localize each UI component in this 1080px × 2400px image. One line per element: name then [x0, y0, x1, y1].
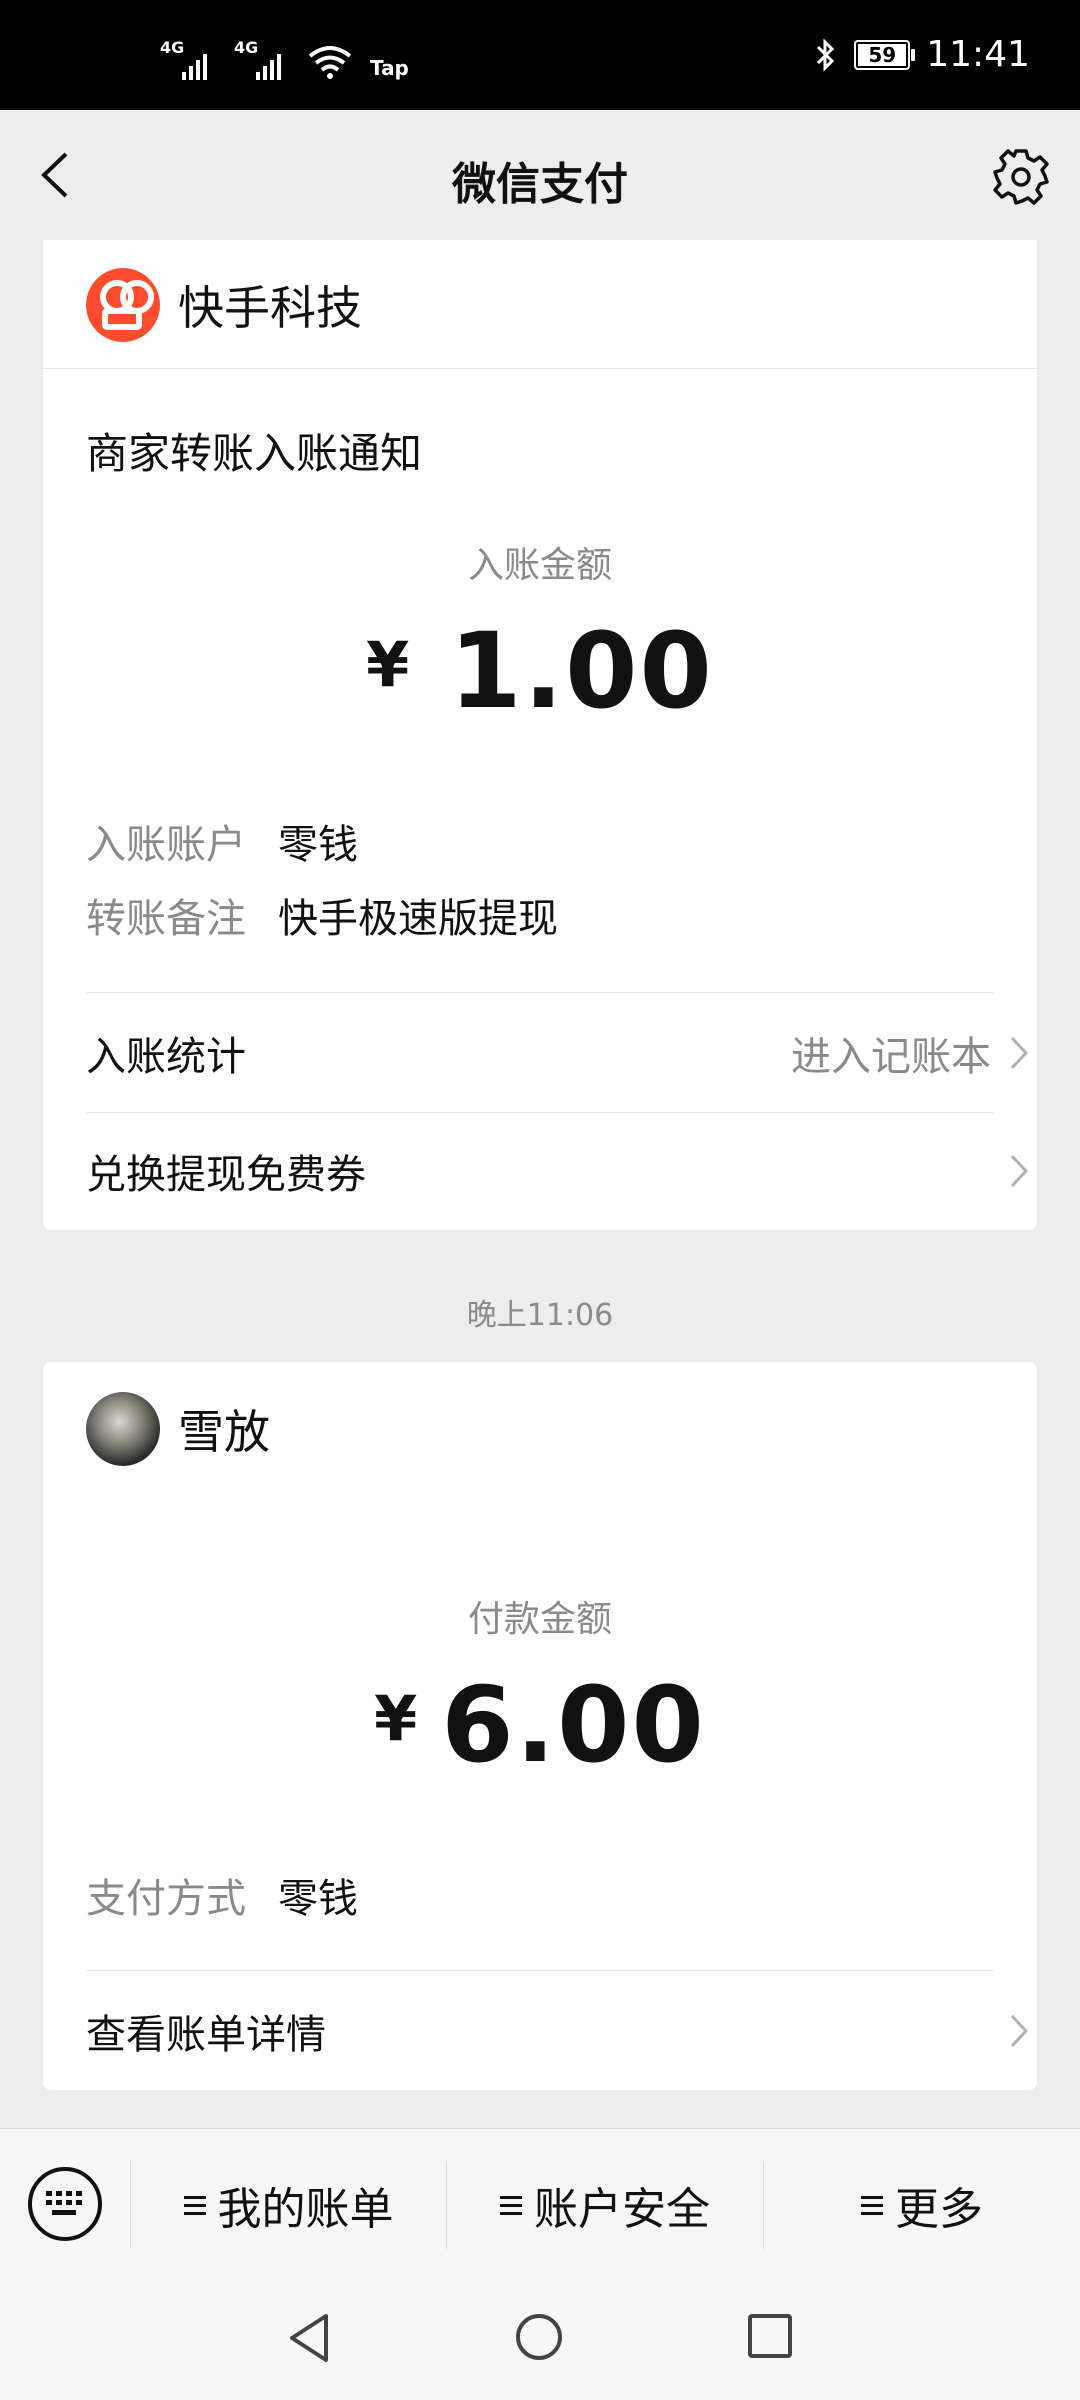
- field-value: 零钱: [278, 1876, 358, 1922]
- message-timestamp: 晚上11:06: [466, 1298, 614, 1333]
- bluetooth-icon: [817, 37, 835, 72]
- notice-title: 商家转账入账通知: [86, 429, 423, 478]
- amount-label: 付款金额: [467, 1599, 612, 1640]
- row-label: 查看账单详情: [86, 2012, 326, 2058]
- currency-symbol: ¥: [366, 628, 410, 701]
- field-payment-method: 支付方式 零钱: [86, 1866, 358, 1924]
- keyboard-icon[interactable]: [28, 2167, 102, 2241]
- status-bar: 4G 4G Tap 59 11:41: [0, 0, 1080, 110]
- row-hint: 进入记账本: [791, 1034, 991, 1080]
- menu-label: 账户安全: [534, 2184, 710, 2235]
- gear-icon[interactable]: [990, 146, 1052, 208]
- chevron-right-icon: [1010, 1036, 1029, 1070]
- coupon-row[interactable]: 兑换提现免费券: [86, 1112, 1037, 1230]
- wifi-icon: [308, 46, 352, 79]
- nav-bar: 微信支付: [0, 110, 1080, 240]
- battery-level: 59: [868, 42, 897, 67]
- transfer-notice-card: 快手科技 商家转账入账通知 入账金额 ¥1.00 入账账户 零钱 转账备注 快手…: [43, 240, 1037, 1230]
- menu-icon: [183, 2191, 206, 2220]
- cellular-signal-icon: 4G: [160, 38, 220, 80]
- amount-number: 6.00: [441, 1664, 706, 1786]
- amount-value: ¥6.00: [43, 1664, 1037, 1786]
- amount-number: 1.00: [449, 610, 714, 732]
- chevron-right-icon: [1010, 2014, 1029, 2048]
- back-triangle-icon[interactable]: [284, 2310, 334, 2366]
- bottom-menu: 我的账单 账户安全 更多: [0, 2128, 1080, 2281]
- kuaishou-logo-icon: [86, 268, 160, 342]
- income-stats-row[interactable]: 入账统计 进入记账本: [86, 994, 1037, 1112]
- menu-my-bills[interactable]: 我的账单: [131, 2173, 446, 2237]
- payment-card: 雪放 付款金额 ¥6.00 支付方式 零钱 查看账单详情: [43, 1362, 1037, 2090]
- clock: 11:41: [926, 34, 1030, 75]
- menu-icon: [500, 2191, 522, 2220]
- field-key: 支付方式: [86, 1876, 246, 1922]
- field-key: 入账账户: [86, 822, 246, 868]
- divider: [86, 1970, 994, 1971]
- network-type-label: 4G: [234, 38, 259, 57]
- menu-account-security[interactable]: 账户安全: [447, 2173, 763, 2237]
- menu-icon: [861, 2191, 883, 2220]
- system-nav-bar: [0, 2280, 1080, 2400]
- field-remark: 转账备注 快手极速版提现: [86, 886, 558, 944]
- battery-icon: 59: [854, 39, 916, 70]
- row-label: 兑换提现免费券: [86, 1152, 366, 1198]
- menu-more[interactable]: 更多: [764, 2173, 1080, 2237]
- payee-header[interactable]: 雪放: [86, 1392, 270, 1466]
- merchant-header[interactable]: 快手科技: [86, 268, 362, 342]
- avatar: [86, 1392, 160, 1466]
- merchant-name: 快手科技: [178, 281, 362, 335]
- network-type-label: 4G: [160, 38, 185, 57]
- payee-name: 雪放: [178, 1405, 270, 1459]
- home-circle-icon[interactable]: [516, 2314, 562, 2360]
- field-value: 快手极速版提现: [278, 896, 558, 942]
- currency-symbol: ¥: [374, 1682, 418, 1755]
- bill-details-row[interactable]: 查看账单详情: [86, 1972, 1037, 2090]
- cellular-signal-icon: 4G: [234, 38, 294, 80]
- row-label: 入账统计: [86, 1034, 246, 1080]
- amount-value: ¥1.00: [43, 610, 1037, 732]
- field-key: 转账备注: [86, 896, 246, 942]
- amount-label: 入账金额: [467, 545, 612, 586]
- field-account: 入账账户 零钱: [86, 812, 358, 870]
- divider: [86, 992, 994, 993]
- chevron-right-icon: [1010, 1154, 1029, 1188]
- divider: [43, 368, 1037, 369]
- page-title: 微信支付: [452, 159, 628, 210]
- tap-label: Tap: [370, 56, 409, 80]
- menu-label: 我的账单: [217, 2184, 394, 2235]
- menu-label: 更多: [895, 2184, 983, 2235]
- field-value: 零钱: [278, 822, 358, 868]
- recent-apps-icon[interactable]: [748, 2314, 792, 2358]
